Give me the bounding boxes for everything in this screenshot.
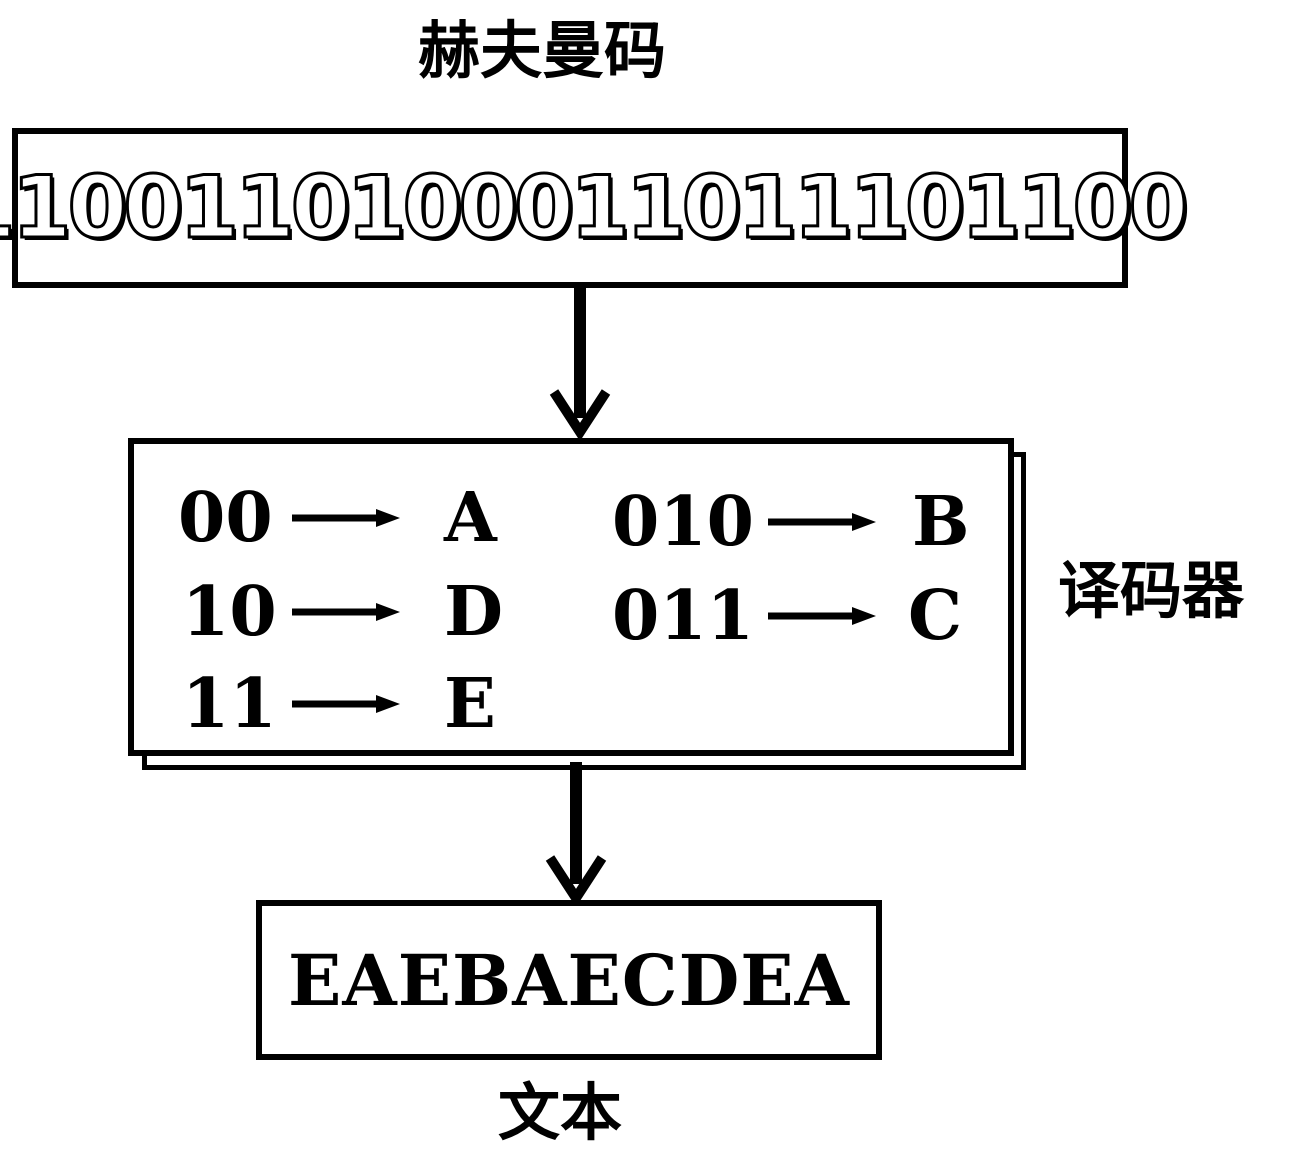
down-arrow-2 xyxy=(545,762,607,908)
output-text-box: EAEBAECDEA xyxy=(256,900,882,1060)
mapping-code: 11 xyxy=(182,664,277,744)
output-text: EAEBAECDEA xyxy=(288,938,850,1022)
huffman-code-text: 1100110100011011101100 xyxy=(0,157,1190,260)
mapping-code: 00 xyxy=(178,478,273,558)
decoder-label: 译码器 xyxy=(1058,554,1245,627)
mapping-letter: E xyxy=(444,664,496,744)
mapping-letter: A xyxy=(444,478,497,558)
right-arrow-icon xyxy=(768,513,876,531)
mapping-code: 10 xyxy=(182,572,277,652)
mapping-code: 010 xyxy=(612,482,754,562)
mapping-letter: B xyxy=(912,482,970,562)
mapping-letter: C xyxy=(908,576,963,656)
huffman-code-box: 1100110100011011101100 xyxy=(0,128,1190,288)
right-arrow-icon xyxy=(292,509,400,527)
right-arrow-icon xyxy=(292,695,400,713)
text-label: 文本 xyxy=(498,1076,623,1149)
decoder-box: 00 A 010 B 10 D 011 C 11 E xyxy=(128,438,1014,756)
right-arrow-icon xyxy=(292,603,400,621)
mapping-code: 011 xyxy=(612,576,754,656)
huffman-code-label: 赫夫曼码 xyxy=(418,14,667,87)
down-arrow-1 xyxy=(549,288,611,442)
mapping-letter: D xyxy=(444,572,503,652)
right-arrow-icon xyxy=(768,607,876,625)
